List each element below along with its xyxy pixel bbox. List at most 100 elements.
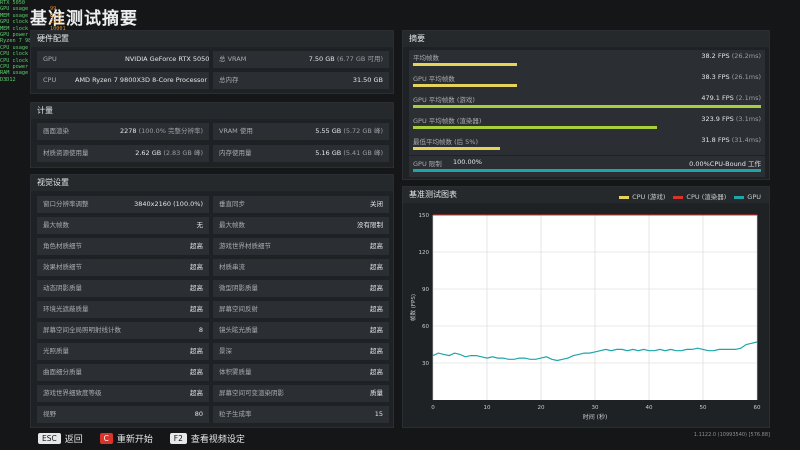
- legend-swatch: [734, 195, 745, 199]
- visual-value: 质量: [370, 389, 383, 397]
- visual-value-wrap: 超高: [370, 322, 383, 339]
- visual-value: 超高: [370, 263, 383, 271]
- visual-row: 游戏世界细致度等级 超高: [37, 385, 209, 402]
- overlay-label: MEM clock: [0, 25, 29, 32]
- summary-row: GPU 平均帧数 (游戏) 479.1 FPS (2.1ms): [409, 92, 765, 113]
- visual-row: 屏幕空间全局照明射线计数 8: [37, 322, 209, 339]
- vram-total-value: 7.50 GB: [308, 55, 335, 63]
- visual-row: 屏幕空间可变渲染阴影 质量: [213, 385, 389, 402]
- gpu-limit-right: 0.00%CPU-Bound 工作: [689, 158, 761, 168]
- y-tick-label: 60: [422, 324, 429, 330]
- visual-row: 屏幕空间反射 超高: [213, 301, 389, 318]
- compute-value: 5.16 GB: [315, 149, 342, 157]
- x-tick-label: 10: [484, 405, 491, 411]
- restart-button[interactable]: 重新开始: [117, 435, 153, 445]
- summary-sub: (31.4ms): [731, 136, 761, 144]
- compute-value: 2278: [119, 127, 137, 135]
- summary-panel: 摘要 平均帧数 38.2 FPS (26.2ms) GPU 平均帧数 38.3 FPS…: [402, 30, 770, 180]
- x-tick-label: 50: [700, 405, 707, 411]
- visual-label: 镜头眩光质量: [219, 326, 258, 334]
- visual-settings-title: 视觉设置: [31, 175, 393, 191]
- metrics-panel-title: 计量: [31, 103, 393, 119]
- visual-value-wrap: 超高: [190, 343, 203, 360]
- visual-value-wrap: 没有限制: [357, 217, 383, 234]
- y-tick-label: 120: [419, 250, 430, 256]
- restart-key[interactable]: C: [99, 433, 113, 444]
- gpu-limit-left-value: 100.00%: [453, 158, 482, 166]
- cpu-bound-value: 0.00%: [689, 160, 710, 168]
- compute-value: 5.55 GB: [315, 127, 342, 135]
- cpu-value: AMD Ryzen 7 9800X3D 8-Core Processor: [75, 76, 208, 84]
- visual-label: 光照质量: [43, 347, 69, 355]
- summary-value-wrap: 323.9 FPS (3.1ms): [701, 115, 761, 123]
- visual-value: 15: [374, 410, 383, 418]
- overlay-label: GPU usage: [0, 6, 29, 13]
- cpu-row: CPU AMD Ryzen 7 9800X3D 8-Core Processor: [37, 72, 209, 89]
- overlay-label: CPU power: [0, 64, 29, 71]
- footer-bar: ESC 返回 C 重新开始 F2 查看视频设定: [38, 432, 259, 445]
- summary-sub: (26.2ms): [731, 52, 761, 60]
- visual-row: 材质串流 超高: [213, 259, 389, 276]
- visual-value-wrap: 无: [197, 217, 204, 234]
- compute-sub: (100.0% 完整分辨率): [138, 127, 203, 135]
- visual-label: 环境光遮蔽质量: [43, 305, 89, 313]
- visual-row: 环境光遮蔽质量 超高: [37, 301, 209, 318]
- overlay-label: RAM usage: [0, 70, 29, 77]
- x-tick-label: 0: [431, 405, 435, 411]
- overlay-label: CPU clock: [0, 51, 29, 58]
- visual-label: 游戏世界细致度等级: [43, 389, 102, 397]
- overlay-label: GPU clock: [0, 19, 29, 26]
- ram-total-value: 31.50 GB: [352, 76, 383, 84]
- compute-value-wrap: 5.16 GB (5.41 GB 峰): [315, 145, 383, 162]
- summary-bar: [413, 147, 500, 150]
- compute-sub: (5.41 GB 峰): [343, 149, 383, 157]
- summary-bar: [413, 126, 657, 129]
- gpu-row: GPU NVIDIA GeForce RTX 5050: [37, 51, 209, 68]
- summary-label: GPU 平均帧数 (渲染器): [413, 117, 482, 125]
- legend-entry: CPU (渲染器): [686, 193, 727, 201]
- summary-value-wrap: 31.8 FPS (31.4ms): [701, 136, 761, 144]
- summary-sub: (26.1ms): [731, 73, 761, 81]
- visual-row: 光照质量 超高: [37, 343, 209, 360]
- f2-key[interactable]: F2: [169, 433, 187, 444]
- chart-legend: CPU (游戏) CPU (渲染器) GPU: [611, 191, 761, 201]
- visual-row: 最大帧数 没有限制: [213, 217, 389, 234]
- visual-row: 角色材质细节 超高: [37, 238, 209, 255]
- visual-value: 超高: [370, 368, 383, 376]
- visual-row: 粒子生成率 15: [213, 406, 389, 423]
- compute-label: VRAM 使用: [219, 127, 253, 135]
- back-button[interactable]: 返回: [65, 435, 83, 445]
- visual-value-wrap: 15: [375, 406, 383, 423]
- summary-label: GPU 平均帧数: [413, 75, 455, 83]
- visual-value-wrap: 关闭: [370, 196, 383, 213]
- y-tick-label: 30: [422, 361, 429, 367]
- visual-value-wrap: 超高: [370, 364, 383, 381]
- x-tick-label: 30: [592, 405, 599, 411]
- vram-total-sub: (6.77 GB 可用): [336, 55, 383, 63]
- legend-swatch: [673, 195, 684, 199]
- visual-value-wrap: 超高: [190, 301, 203, 318]
- gpu-label: GPU: [43, 55, 57, 63]
- compute-label: 内存使用量: [219, 149, 252, 157]
- gpu-limit-row: GPU 限制 100.00% 0.00%CPU-Bound 工作: [409, 156, 765, 177]
- visual-label: 视野: [43, 410, 56, 418]
- visual-value: 超高: [190, 305, 203, 313]
- visual-label: 景深: [219, 347, 232, 355]
- visual-value: 80: [194, 410, 203, 418]
- visual-label: 角色材质细节: [43, 242, 82, 250]
- visual-label: 最大帧数: [43, 221, 69, 229]
- summary-bar: [413, 105, 761, 108]
- y-tick-label: 150: [419, 213, 430, 219]
- visual-row: 窗口分辨率调整 3840x2160 (100.0%): [37, 196, 209, 213]
- compute-value-wrap: 2278 (100.0% 完整分辨率): [120, 123, 203, 140]
- version-text: 1.1122.0 (10993540) [576.88]: [693, 432, 770, 438]
- esc-key[interactable]: ESC: [38, 433, 61, 444]
- cpu-label: CPU: [43, 76, 57, 84]
- visual-label: 屏幕空间反射: [219, 305, 258, 313]
- visual-value: 超高: [190, 284, 203, 292]
- view-video-settings-button[interactable]: 查看视频设定: [191, 435, 245, 445]
- visual-value: 没有限制: [357, 221, 383, 229]
- y-tick-label: 90: [422, 287, 429, 293]
- visual-row: 效果材质细节 超高: [37, 259, 209, 276]
- x-tick-label: 60: [754, 405, 761, 411]
